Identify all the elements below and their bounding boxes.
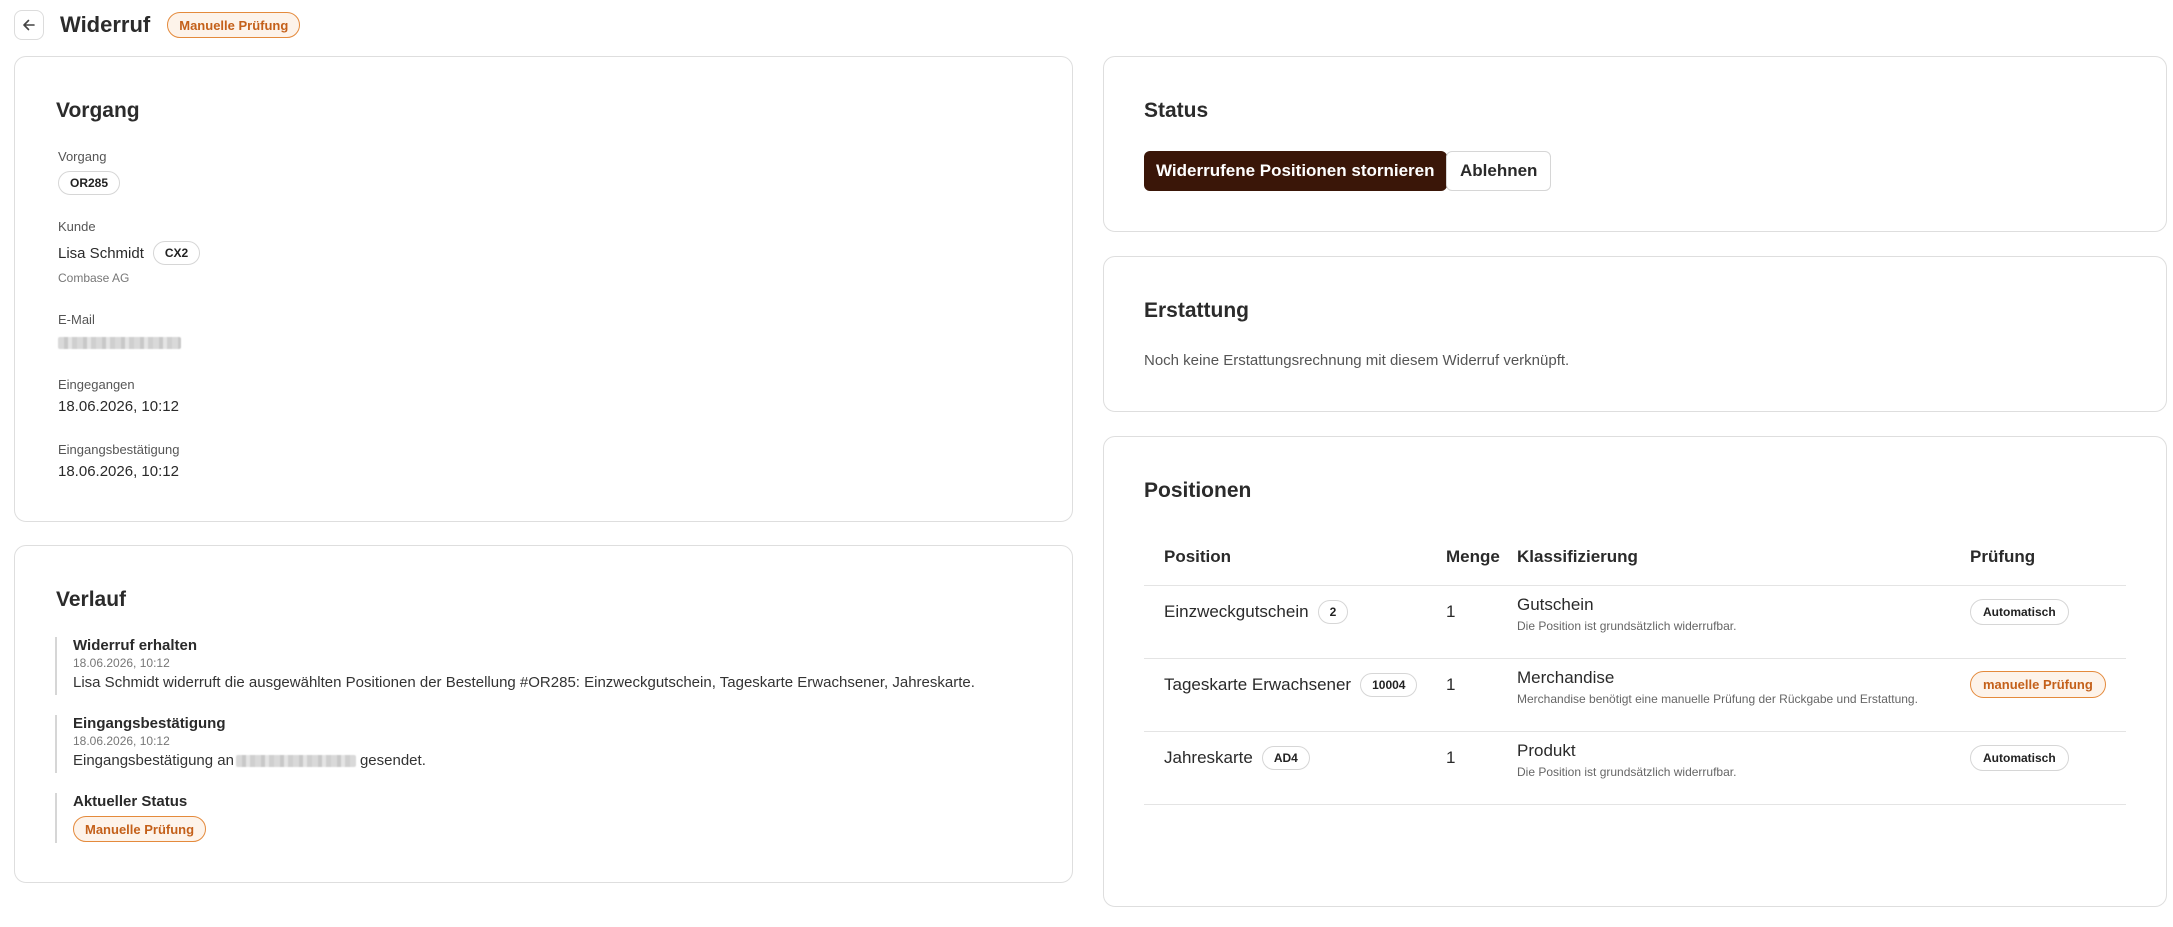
klasse-description: Die Position ist grundsätzlich widerrufb… [1517, 619, 1737, 633]
erstattung-card: Erstattung Noch keine Erstattungsrechnun… [1103, 256, 2167, 412]
klasse-description: Merchandise benötigt eine manuelle Prüfu… [1517, 692, 1918, 706]
pruefung-badge: manuelle Prüfung [1970, 671, 2106, 698]
column-header-klassifizierung: Klassifizierung [1517, 547, 1638, 566]
card-title-status: Status [1144, 99, 1209, 122]
timeline-text-before: Eingangsbestätigung an [73, 752, 234, 769]
verlauf-card: Verlauf Widerruf erhalten 18.06.2026, 10… [14, 545, 1073, 883]
position-code-chip: 10004 [1360, 673, 1418, 697]
email-redacted [58, 337, 181, 349]
arrow-left-icon [23, 19, 35, 31]
card-title-vorgang: Vorgang [56, 99, 140, 122]
page-title: Widerruf [60, 12, 151, 37]
position-code-chip: 2 [1317, 600, 1349, 624]
positionen-card: Positionen Position Menge Klassifizierun… [1103, 436, 2167, 907]
card-title-erstattung: Erstattung [1144, 299, 1249, 322]
pruefung-badge: Automatisch [1970, 599, 2069, 625]
card-title-positionen: Positionen [1144, 479, 1252, 502]
timeline-title: Eingangsbestätigung [73, 715, 226, 732]
kunde-company: Combase AG [58, 271, 130, 285]
email-redacted [235, 754, 356, 767]
eingegangen-label: Eingegangen [58, 377, 135, 392]
pruefung-badge: Automatisch [1970, 745, 2069, 771]
timeline-text: Lisa Schmidt widerruft die ausgewählten … [73, 674, 975, 691]
timeline-item-received: Widerruf erhalten 18.06.2026, 10:12 Lisa… [55, 637, 975, 695]
erstattung-text: Noch keine Erstattungsrechnung mit diese… [1144, 352, 1570, 369]
column-header-menge: Menge [1446, 547, 1500, 566]
klasse-title: Produkt [1517, 741, 1576, 760]
status-card: Status Widerrufene Positionen stornieren… [1103, 56, 2167, 232]
current-status-badge: Manuelle Prüfung [73, 816, 207, 842]
position-cell: Einzweckgutschein 2 [1164, 597, 1349, 627]
klasse-description: Die Position ist grundsätzlich widerrufb… [1517, 765, 1737, 779]
menge-cell: 1 [1446, 748, 1456, 767]
table-divider [1144, 731, 2126, 732]
position-cell: Jahreskarte AD4 [1164, 743, 1310, 773]
timeline-item-current-status: Aktueller Status Manuelle Prüfung [55, 793, 207, 843]
back-button[interactable] [14, 10, 44, 40]
vorgang-id-chip: OR285 [58, 171, 121, 195]
timeline-date: 18.06.2026, 10:12 [73, 656, 170, 670]
card-title-verlauf: Verlauf [56, 588, 127, 611]
table-divider [1144, 585, 2126, 586]
timeline-text: Eingangsbestätigung an gesendet. [73, 752, 426, 769]
kunde-id-chip: CX2 [152, 241, 201, 265]
menge-cell: 1 [1446, 675, 1456, 694]
bestaetigung-label: Eingangsbestätigung [58, 442, 180, 457]
position-name: Tageskarte Erwachsener [1164, 675, 1352, 694]
vorgang-label: Vorgang [58, 149, 107, 164]
klasse-title: Merchandise [1517, 668, 1615, 687]
reject-button[interactable]: Ablehnen [1446, 151, 1552, 191]
position-name: Einzweckgutschein [1164, 602, 1309, 621]
timeline-title: Aktueller Status [73, 793, 188, 810]
position-cell: Tageskarte Erwachsener 10004 [1164, 670, 1418, 700]
cancel-positions-button[interactable]: Widerrufene Positionen stornieren [1144, 151, 1447, 191]
status-badge: Manuelle Prüfung [167, 12, 301, 38]
kunde-row: Lisa Schmidt CX2 [58, 241, 201, 265]
email-label: E-Mail [58, 312, 95, 327]
timeline-title: Widerruf erhalten [73, 637, 198, 654]
eingegangen-value: 18.06.2026, 10:12 [58, 398, 179, 415]
kunde-name: Lisa Schmidt [58, 244, 144, 262]
vorgang-card: Vorgang Vorgang OR285 Kunde Lisa Schmidt… [14, 56, 1073, 522]
menge-cell: 1 [1446, 602, 1456, 621]
position-name: Jahreskarte [1164, 748, 1253, 767]
table-divider [1144, 658, 2126, 659]
bestaetigung-value: 18.06.2026, 10:12 [58, 463, 179, 480]
klasse-title: Gutschein [1517, 595, 1594, 614]
timeline-text-after: gesendet. [359, 752, 426, 769]
page-header: Widerruf Manuelle Prüfung [14, 10, 301, 40]
position-code-chip: AD4 [1261, 746, 1310, 770]
column-header-position: Position [1164, 547, 1232, 566]
column-header-pruefung: Prüfung [1970, 547, 2036, 566]
kunde-label: Kunde [58, 219, 96, 234]
timeline-date: 18.06.2026, 10:12 [73, 734, 170, 748]
table-divider [1144, 804, 2126, 805]
timeline-item-confirmation: Eingangsbestätigung 18.06.2026, 10:12 Ei… [55, 715, 426, 773]
